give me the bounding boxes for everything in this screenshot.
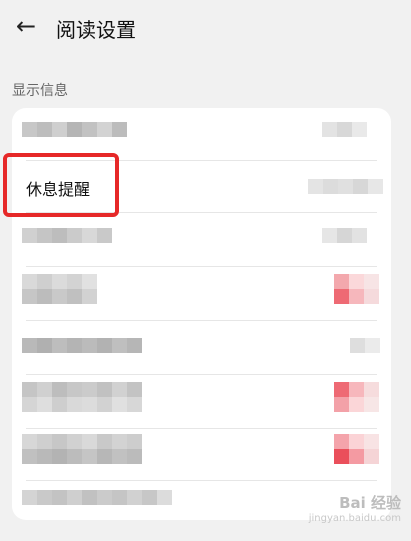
- toggle-switch[interactable]: [334, 274, 379, 304]
- app-header: ← 阅读设置: [0, 0, 411, 56]
- settings-row-4[interactable]: [12, 268, 391, 320]
- baidu-jingyan-watermark: Bai 经验 jingyan.baidu.com: [309, 495, 401, 527]
- divider: [26, 320, 377, 321]
- settings-row-7[interactable]: [12, 430, 391, 482]
- settings-row-3[interactable]: [12, 214, 391, 266]
- watermark-subtext: jingyan.baidu.com: [308, 513, 401, 524]
- divider: [26, 266, 377, 267]
- blurred-value: [322, 228, 367, 243]
- blurred-label: [22, 338, 142, 353]
- toggle-switch[interactable]: [334, 382, 379, 412]
- blurred-value: [322, 122, 367, 137]
- settings-row-6[interactable]: [12, 376, 391, 428]
- blurred-value: [308, 179, 383, 194]
- blurred-label: [22, 382, 142, 412]
- blurred-label: [22, 434, 142, 464]
- divider: [26, 428, 377, 429]
- blurred-label: [22, 122, 127, 137]
- section-label-display-info: 显示信息: [12, 83, 68, 99]
- blurred-value: [350, 338, 380, 353]
- back-button[interactable]: ←: [12, 12, 40, 40]
- highlight-box: [3, 153, 119, 217]
- blurred-label: [22, 274, 97, 304]
- settings-row-5[interactable]: [12, 322, 391, 374]
- toggle-switch[interactable]: [334, 434, 379, 464]
- arrow-left-icon: ←: [15, 12, 37, 40]
- divider: [26, 374, 377, 375]
- watermark-title: Bai 经验: [339, 494, 401, 512]
- blurred-label: [22, 490, 172, 505]
- blurred-label: [22, 228, 112, 243]
- page-title: 阅读设置: [56, 18, 136, 42]
